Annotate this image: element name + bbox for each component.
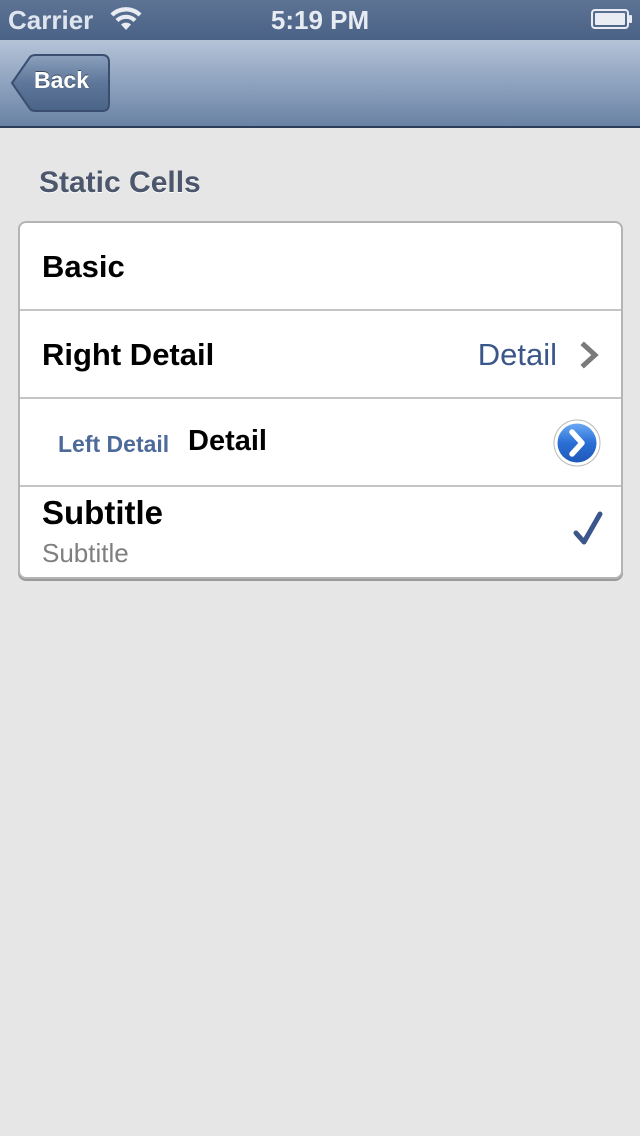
cell-subtitle[interactable]: Subtitle Subtitle — [20, 487, 621, 575]
cell-detail: Detail — [477, 337, 557, 372]
status-time: 5:19 PM — [270, 5, 370, 35]
back-button[interactable]: Back — [10, 54, 110, 112]
chevron-right-icon — [580, 341, 599, 369]
detail-disclosure-icon[interactable] — [552, 418, 602, 468]
status-bar: Carrier 5:19 PM — [0, 0, 640, 40]
navigation-bar: Back — [0, 40, 640, 128]
static-cells-table: Basic Right Detail Detail Left Detail De… — [18, 221, 623, 579]
back-button-label: Back — [34, 67, 89, 93]
cell-label: Left Detail — [58, 431, 170, 457]
section-header: Static Cells — [39, 166, 201, 199]
cell-detail: Detail — [188, 425, 267, 457]
cell-title: Basic — [42, 249, 125, 284]
checkmark-icon — [573, 511, 603, 545]
cell-subtitle-text: Subtitle — [42, 538, 129, 568]
cell-right-detail[interactable]: Right Detail Detail — [20, 311, 621, 399]
cell-left-detail[interactable]: Left Detail Detail — [20, 399, 621, 487]
cell-basic[interactable]: Basic — [20, 223, 621, 311]
cell-title: Right Detail — [42, 337, 215, 372]
cell-title: Subtitle — [42, 494, 163, 531]
battery-icon — [591, 9, 632, 29]
